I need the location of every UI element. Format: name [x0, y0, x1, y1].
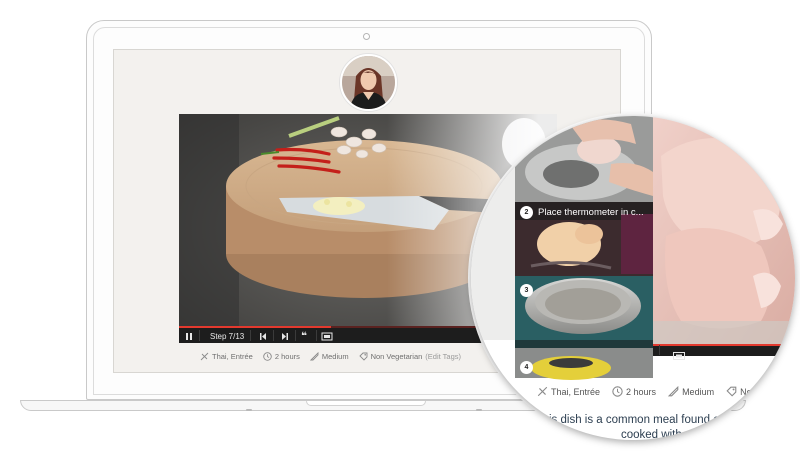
separator: [273, 330, 274, 341]
knife-icon: [668, 386, 679, 397]
tag-icon: [358, 352, 368, 361]
cuisine-tag[interactable]: Thai, Entrée: [537, 386, 600, 397]
clock-icon: [612, 386, 623, 397]
time-label: 2 hours: [626, 386, 657, 397]
step-number-badge: 2: [520, 206, 533, 219]
tag-icon: [726, 386, 737, 397]
quote-icon[interactable]: ❝: [301, 328, 307, 345]
laptop-opening-notch: [306, 401, 426, 406]
separator: [295, 330, 296, 341]
utensils-icon: [200, 352, 209, 361]
fullscreen-icon[interactable]: [673, 347, 685, 360]
time-label: 2 hours: [274, 352, 300, 361]
difficulty-label: Medium: [321, 352, 349, 361]
difficulty-tag[interactable]: Medium: [309, 352, 349, 361]
recipe-tags: Thai, Entrée 2 hours Medium Non Vegetari…: [200, 352, 471, 361]
diet-label: Non Vege: [740, 386, 780, 397]
recipe-description-line: is dish is a common meal found on: [549, 414, 727, 426]
step-number-badge: 3: [520, 284, 533, 297]
diet-label: Non Vegetarian: [370, 352, 423, 361]
time-tag[interactable]: 2 hours: [263, 352, 300, 361]
step-number-badge: 4: [520, 361, 533, 374]
recipe-description-line: cooked with chi: [621, 429, 700, 440]
avatar[interactable]: [340, 54, 397, 111]
next-step-icon[interactable]: [281, 328, 289, 351]
laptop-foot: [246, 409, 252, 411]
zoomed-progress-fill: [653, 344, 795, 346]
zoom-magnifier: 2 Place thermometer in c... 3 4 Thai, En…: [471, 116, 795, 440]
previous-step-icon[interactable]: [259, 328, 267, 351]
cuisine-label: Thai, Entrée: [551, 386, 601, 397]
diet-tag[interactable]: Non Vegetarian (Edit Tags): [358, 352, 461, 361]
pause-icon[interactable]: [185, 328, 193, 351]
diet-tag[interactable]: Non Vege: [726, 386, 780, 397]
step-counter: Step 7/13: [210, 332, 245, 341]
time-tag[interactable]: 2 hours: [612, 386, 656, 397]
separator: [316, 330, 317, 341]
avatar-photo: [342, 56, 395, 109]
fullscreen-icon[interactable]: [321, 328, 333, 351]
difficulty-label: Medium: [682, 386, 715, 397]
cuisine-tag[interactable]: Thai, Entrée: [200, 352, 253, 361]
separator: [659, 345, 660, 355]
separator: [199, 330, 200, 341]
camera-icon: [363, 33, 370, 40]
progress-fill: [179, 326, 331, 328]
edit-tags-link[interactable]: (Edit Tags): [425, 352, 461, 361]
cuisine-label: Thai, Entrée: [212, 352, 253, 361]
zoomed-recipe-tags: Thai, Entrée 2 hours Medium Non Vege: [537, 386, 792, 397]
utensils-icon: [537, 386, 548, 397]
step-title[interactable]: Place thermometer in c...: [538, 207, 644, 218]
difficulty-tag[interactable]: Medium: [668, 386, 714, 397]
clock-icon: [263, 352, 272, 361]
separator: [250, 330, 251, 341]
knife-icon: [309, 352, 319, 361]
